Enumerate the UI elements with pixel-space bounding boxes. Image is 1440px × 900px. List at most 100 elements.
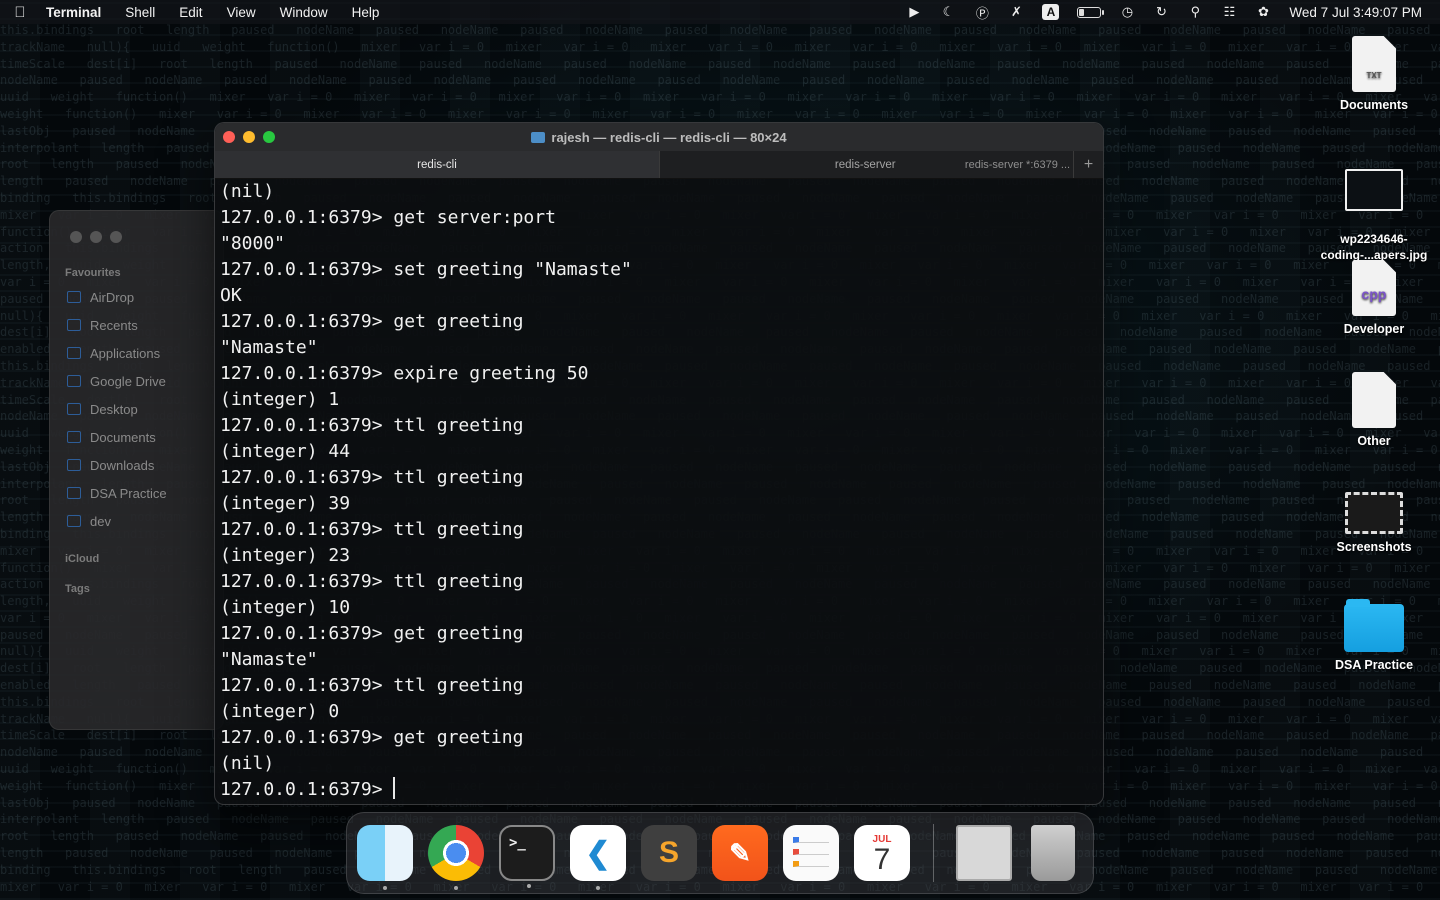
- tab-bar: redis-cli redis-server redis-server *:63…: [215, 151, 1103, 179]
- finder-zoom-button[interactable]: [110, 231, 122, 243]
- finder-minimize-button[interactable]: [90, 231, 102, 243]
- sidebar-section-tags[interactable]: Tags: [50, 583, 223, 595]
- time-machine-icon[interactable]: ↻: [1153, 4, 1169, 19]
- terminal-line: 127.0.0.1:6379> ttl greeting: [220, 675, 524, 696]
- terminal-window: rajesh — redis-cli — redis-cli — 80×24 r…: [214, 122, 1104, 805]
- window-title: rajesh — redis-cli — redis-cli — 80×24: [215, 130, 1103, 145]
- terminal-line: (integer) 1: [220, 389, 340, 410]
- dock-trash-icon[interactable]: [1031, 825, 1075, 881]
- moon-icon[interactable]: ☾: [940, 4, 956, 19]
- terminal-line: OK: [220, 285, 242, 306]
- sidebar-section-icloud[interactable]: iCloud: [50, 553, 223, 565]
- desktop-icon-wallpaper-jpg[interactable]: wp2234646- coding-...apers.jpg: [1309, 155, 1439, 277]
- dock: >_ ❮ S ✎ JUL 7: [346, 812, 1094, 894]
- accessibility-icon[interactable]: Ⓟ: [974, 5, 990, 21]
- terminal-line: (integer) 44: [220, 441, 351, 462]
- dock-separator: [933, 824, 934, 882]
- sidebar-section-favourites: Favourites: [65, 267, 121, 279]
- tab-redis-cli[interactable]: redis-cli: [215, 151, 659, 178]
- terminal-line: (integer) 0: [220, 701, 340, 722]
- new-tab-button[interactable]: +: [1073, 151, 1103, 178]
- terminal-line: 127.0.0.1:6379> ttl greeting: [220, 467, 524, 488]
- terminal-line: 127.0.0.1:6379> set greeting "Namaste": [220, 259, 632, 280]
- document-icon: [67, 431, 81, 443]
- menu-app-name[interactable]: Terminal: [40, 5, 113, 20]
- terminal-line: 127.0.0.1:6379> ttl greeting: [220, 519, 524, 540]
- desktop-icon-developer[interactable]: cpp Developer: [1309, 260, 1439, 336]
- terminal-line: 127.0.0.1:6379> ttl greeting: [220, 415, 524, 436]
- desktop-icon: [67, 403, 81, 415]
- folder-icon: [1344, 599, 1404, 652]
- desktop-icon-screenshots[interactable]: Screenshots: [1309, 492, 1439, 554]
- dock-reminders-icon[interactable]: [783, 825, 839, 881]
- sidebar-item-downloads[interactable]: Downloads: [50, 451, 223, 479]
- clock[interactable]: Wed 7 Jul 3:49:07 PM: [1289, 5, 1422, 20]
- cpp-file-icon: cpp: [1352, 260, 1396, 316]
- tab-redis-server-label: redis-server: [834, 158, 896, 171]
- dock-finder-icon[interactable]: [357, 825, 413, 890]
- dock-preview-window-icon[interactable]: [956, 825, 1012, 881]
- menu-shell[interactable]: Shell: [113, 5, 167, 20]
- bluetooth-off-icon[interactable]: ✗: [1008, 4, 1024, 19]
- folder-icon: [67, 487, 81, 499]
- finder-close-button[interactable]: [70, 231, 82, 243]
- menu-view[interactable]: View: [215, 5, 268, 20]
- terminal-line: 127.0.0.1:6379> get server:port: [220, 207, 556, 228]
- desktop-icon-dsa-practice[interactable]: DSA Practice: [1309, 599, 1439, 672]
- dock-sublime-icon[interactable]: S: [641, 825, 697, 881]
- wifi-icon[interactable]: ◷: [1119, 4, 1135, 19]
- status-area: ▶ ☾ Ⓟ ✗ A ◷ ↻ ⚲ ☷ ✿ Wed 7 Jul 3:49:07 PM: [906, 4, 1440, 21]
- menu-edit[interactable]: Edit: [167, 5, 214, 20]
- screenshot-thumbnail-icon: [1345, 492, 1403, 534]
- terminal-titlebar[interactable]: rajesh — redis-cli — redis-cli — 80×24: [215, 123, 1103, 151]
- dock-calendar-icon[interactable]: JUL 7: [854, 825, 910, 881]
- terminal-line: (integer) 23: [220, 545, 351, 566]
- terminal-prompt-line[interactable]: 127.0.0.1:6379>: [220, 777, 1103, 803]
- terminal-line: (nil): [220, 181, 275, 202]
- text-cursor: [393, 777, 396, 799]
- play-icon[interactable]: ▶: [906, 4, 922, 19]
- menu-help[interactable]: Help: [340, 5, 392, 20]
- sidebar-item-documents[interactable]: Documents: [50, 423, 223, 451]
- control-center-icon[interactable]: ☷: [1221, 4, 1237, 19]
- sidebar-item-applications[interactable]: Applications: [50, 339, 223, 367]
- folder-icon: [67, 515, 81, 527]
- menu-window[interactable]: Window: [268, 5, 340, 20]
- terminal-line: (integer) 39: [220, 493, 351, 514]
- applications-icon: [67, 347, 81, 359]
- desktop-icon-other[interactable]: Other: [1309, 372, 1439, 448]
- terminal-line: "8000": [220, 233, 286, 254]
- siri-icon[interactable]: ✿: [1255, 4, 1271, 19]
- dock-terminal-icon[interactable]: >_: [499, 825, 555, 888]
- dock-pen-icon[interactable]: ✎: [712, 825, 768, 881]
- sidebar-item-google-drive[interactable]: Google Drive: [50, 367, 223, 395]
- sidebar-item-dsa-practice[interactable]: DSA Practice: [50, 479, 223, 507]
- finder-traffic-lights: [50, 211, 223, 243]
- input-source-icon[interactable]: A: [1042, 4, 1060, 20]
- tab-redis-server-6379[interactable]: redis-server *:6379 ...: [965, 159, 1070, 171]
- airdrop-icon: [67, 291, 81, 303]
- txt-file-icon: TXT: [1352, 36, 1396, 92]
- terminal-line: (integer) 10: [220, 597, 351, 618]
- dock-vscode-icon[interactable]: ❮: [570, 825, 626, 890]
- sidebar-item-dev[interactable]: dev: [50, 507, 223, 535]
- terminal-line: 127.0.0.1:6379> get greeting: [220, 727, 524, 748]
- terminal-line: (nil): [220, 753, 275, 774]
- tab-redis-server[interactable]: redis-server redis-server *:6379 ...: [658, 151, 1073, 178]
- sidebar-item-desktop[interactable]: Desktop: [50, 395, 223, 423]
- terminal-line: 127.0.0.1:6379> get greeting: [220, 623, 524, 644]
- terminal-output[interactable]: (nil) 127.0.0.1:6379> get server:port "800…: [215, 179, 1103, 803]
- terminal-line: "Namaste": [220, 337, 318, 358]
- sidebar-item-recents[interactable]: Recents: [50, 311, 223, 339]
- dock-chrome-icon[interactable]: [428, 825, 484, 890]
- folder-icon: [531, 131, 546, 143]
- finder-sidebar-list: AirDrop Recents Applications Google Driv…: [50, 283, 223, 535]
- sidebar-item-airdrop[interactable]: AirDrop: [50, 283, 223, 311]
- download-icon: [67, 459, 81, 471]
- battery-icon[interactable]: [1077, 6, 1105, 18]
- desktop-icon-documents[interactable]: TXT Documents: [1309, 36, 1439, 112]
- terminal-line: 127.0.0.1:6379> expire greeting 50: [220, 363, 589, 384]
- menu-bar:  Terminal Shell Edit View Window Help ▶…: [0, 0, 1440, 24]
- apple-menu-icon[interactable]: : [0, 4, 40, 21]
- spotlight-search-icon[interactable]: ⚲: [1187, 4, 1203, 19]
